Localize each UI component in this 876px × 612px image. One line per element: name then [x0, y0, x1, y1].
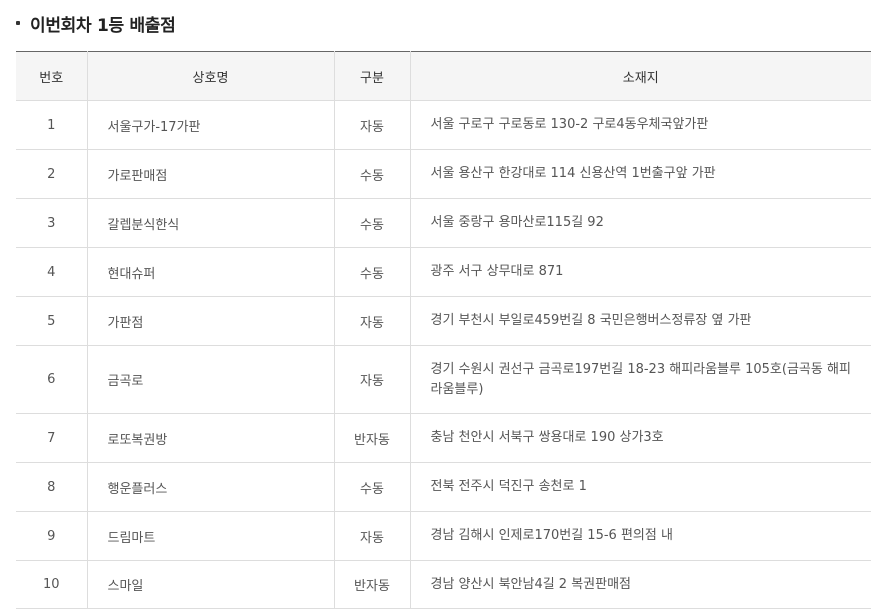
cell-type: 반자동 — [334, 560, 411, 609]
section-title: 이번회차 1등 배출점 — [30, 15, 176, 36]
cell-address: 전북 전주시 덕진구 송천로 1 — [410, 462, 871, 512]
cell-type: 수동 — [334, 247, 411, 297]
page: 이번회차 1등 배출점 번호 상호명 구분 소재지 1 서울구가-17가판 자동… — [0, 0, 876, 612]
cell-store-name: 스마일 — [87, 560, 335, 609]
cell-number: 2 — [16, 149, 88, 199]
table-header-row: 번호 상호명 구분 소재지 — [16, 51, 871, 101]
cell-address: 경남 양산시 북안남4길 2 복권판매점 — [410, 560, 871, 609]
cell-store-name: 드림마트 — [87, 511, 335, 561]
cell-number: 8 — [16, 462, 88, 512]
cell-type: 자동 — [334, 296, 411, 346]
header-type: 구분 — [334, 51, 411, 101]
header-address: 소재지 — [410, 51, 871, 101]
winning-stores-table: 번호 상호명 구분 소재지 1 서울구가-17가판 자동 서울 구로구 구로동로… — [16, 51, 871, 609]
table-row: 9 드림마트 자동 경남 김해시 인제로170번길 15-6 편의점 내 — [16, 511, 871, 561]
cell-type: 자동 — [334, 100, 411, 150]
cell-store-name: 로또복권방 — [87, 413, 335, 463]
section-header: 이번회차 1등 배출점 — [16, 8, 176, 38]
cell-type: 반자동 — [334, 413, 411, 463]
cell-type: 자동 — [334, 345, 411, 414]
cell-type: 자동 — [334, 511, 411, 561]
table-row: 3 갈렙분식한식 수동 서울 중랑구 용마산로115길 92 — [16, 198, 871, 248]
table-row: 7 로또복권방 반자동 충남 천안시 서북구 쌍용대로 190 상가3호 — [16, 413, 871, 463]
cell-store-name: 갈렙분식한식 — [87, 198, 335, 248]
table-row: 8 행운플러스 수동 전북 전주시 덕진구 송천로 1 — [16, 462, 871, 512]
cell-number: 4 — [16, 247, 88, 297]
cell-address: 서울 용산구 한강대로 114 신용산역 1번출구앞 가판 — [410, 149, 871, 199]
cell-number: 9 — [16, 511, 88, 561]
cell-type: 수동 — [334, 198, 411, 248]
table-row: 10 스마일 반자동 경남 양산시 북안남4길 2 복권판매점 — [16, 560, 871, 609]
cell-number: 3 — [16, 198, 88, 248]
table-row: 4 현대슈퍼 수동 광주 서구 상무대로 871 — [16, 247, 871, 297]
cell-store-name: 금곡로 — [87, 345, 335, 414]
table-row: 1 서울구가-17가판 자동 서울 구로구 구로동로 130-2 구로4동우체국… — [16, 100, 871, 150]
table-row: 5 가판점 자동 경기 부천시 부일로459번길 8 국민은행버스정류장 옆 가… — [16, 296, 871, 346]
cell-address: 광주 서구 상무대로 871 — [410, 247, 871, 297]
header-number: 번호 — [16, 51, 88, 101]
cell-number: 1 — [16, 100, 88, 150]
bullet-icon — [16, 21, 20, 25]
cell-store-name: 현대슈퍼 — [87, 247, 335, 297]
cell-store-name: 가로판매점 — [87, 149, 335, 199]
cell-store-name: 행운플러스 — [87, 462, 335, 512]
cell-type: 수동 — [334, 462, 411, 512]
cell-address: 경기 부천시 부일로459번길 8 국민은행버스정류장 옆 가판 — [410, 296, 871, 346]
cell-number: 6 — [16, 345, 88, 414]
cell-address: 충남 천안시 서북구 쌍용대로 190 상가3호 — [410, 413, 871, 463]
cell-address: 경기 수원시 권선구 금곡로197번길 18-23 해피라움블루 105호(금곡… — [410, 345, 871, 414]
cell-address: 경남 김해시 인제로170번길 15-6 편의점 내 — [410, 511, 871, 561]
header-store-name: 상호명 — [87, 51, 335, 101]
cell-type: 수동 — [334, 149, 411, 199]
cell-address: 서울 구로구 구로동로 130-2 구로4동우체국앞가판 — [410, 100, 871, 150]
table-row: 6 금곡로 자동 경기 수원시 권선구 금곡로197번길 18-23 해피라움블… — [16, 345, 871, 414]
cell-store-name: 서울구가-17가판 — [87, 100, 335, 150]
table-row: 2 가로판매점 수동 서울 용산구 한강대로 114 신용산역 1번출구앞 가판 — [16, 149, 871, 199]
cell-store-name: 가판점 — [87, 296, 335, 346]
cell-number: 7 — [16, 413, 88, 463]
cell-address: 서울 중랑구 용마산로115길 92 — [410, 198, 871, 248]
cell-number: 10 — [16, 560, 88, 609]
cell-number: 5 — [16, 296, 88, 346]
